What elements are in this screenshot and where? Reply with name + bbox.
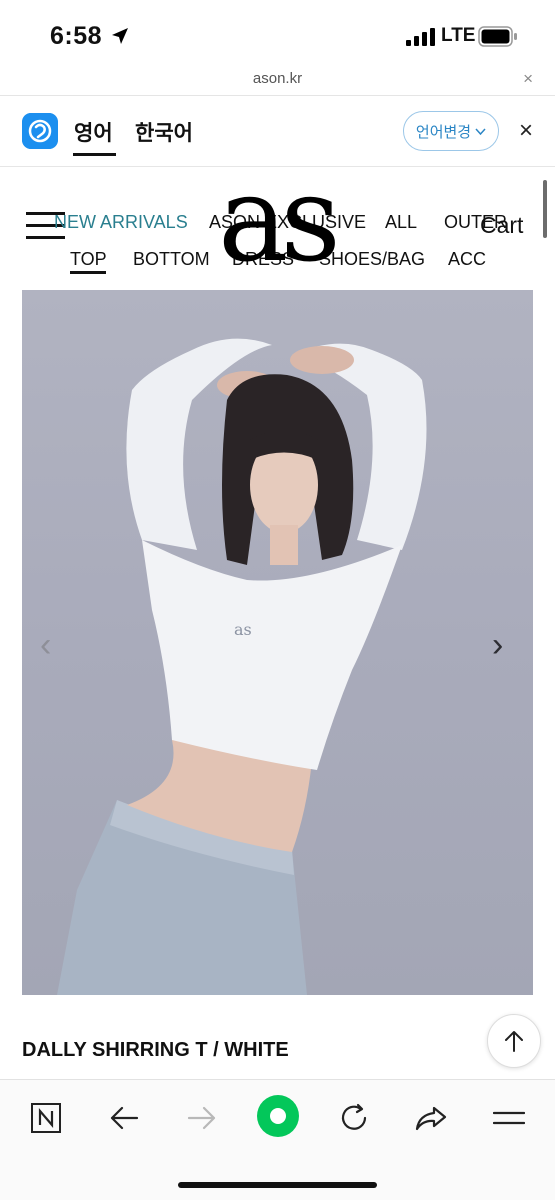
share-icon[interactable] xyxy=(411,1098,451,1138)
location-arrow-icon xyxy=(112,28,128,44)
product-photo: as xyxy=(57,338,427,995)
papago-icon[interactable] xyxy=(22,113,58,149)
carousel-prev-icon[interactable]: ‹ xyxy=(40,626,51,665)
url-close-icon[interactable]: × xyxy=(523,69,533,89)
menu-icon[interactable] xyxy=(489,1098,529,1138)
nav-all[interactable]: ALL xyxy=(385,212,417,233)
nav-new-arrivals[interactable]: NEW ARRIVALS xyxy=(54,212,188,233)
nav-acc[interactable]: ACC xyxy=(448,249,486,270)
naver-n-icon[interactable] xyxy=(26,1098,66,1138)
status-time: 6:58 xyxy=(50,22,103,50)
home-indicator xyxy=(178,1182,377,1188)
change-language-button[interactable]: 언어변경 xyxy=(403,111,499,151)
signal-icon xyxy=(406,28,435,46)
green-home-icon[interactable] xyxy=(256,1094,300,1138)
nav-active-underline xyxy=(70,271,106,274)
tab-active-indicator xyxy=(73,153,116,156)
battery-icon xyxy=(478,26,517,47)
scroll-to-top-button[interactable] xyxy=(487,1014,541,1068)
url-domain[interactable]: ason.kr xyxy=(0,70,555,87)
svg-text:as: as xyxy=(234,620,252,639)
scrollbar[interactable] xyxy=(543,180,547,238)
refresh-icon[interactable] xyxy=(334,1098,374,1138)
browser-toolbar xyxy=(0,1079,555,1200)
translate-close-icon[interactable]: × xyxy=(519,117,533,145)
carousel-next-icon[interactable]: › xyxy=(492,626,503,665)
url-bar[interactable]: ason.kr × xyxy=(0,66,555,96)
status-bar: 6:58 LTE xyxy=(0,0,555,68)
site-logo[interactable]: as xyxy=(218,160,341,278)
product-image[interactable]: as xyxy=(22,290,533,995)
nav-bottom[interactable]: BOTTOM xyxy=(133,249,210,270)
tab-english[interactable]: 영어 xyxy=(74,117,113,147)
nav-top[interactable]: TOP xyxy=(70,249,107,270)
network-type: LTE xyxy=(441,25,476,46)
nav-shoes-bag[interactable]: SHOES/BAG xyxy=(319,249,425,270)
change-language-label: 언어변경 xyxy=(415,123,472,141)
product-title: DALLY SHIRRING T / WHITE xyxy=(22,1039,289,1061)
chevron-down-icon xyxy=(475,127,486,135)
back-arrow-icon[interactable] xyxy=(104,1098,144,1138)
arrow-up-icon xyxy=(505,1031,523,1052)
tab-korean[interactable]: 한국어 xyxy=(135,117,193,147)
cart-link[interactable]: Cart xyxy=(480,212,523,239)
forward-arrow-icon[interactable] xyxy=(182,1098,222,1138)
